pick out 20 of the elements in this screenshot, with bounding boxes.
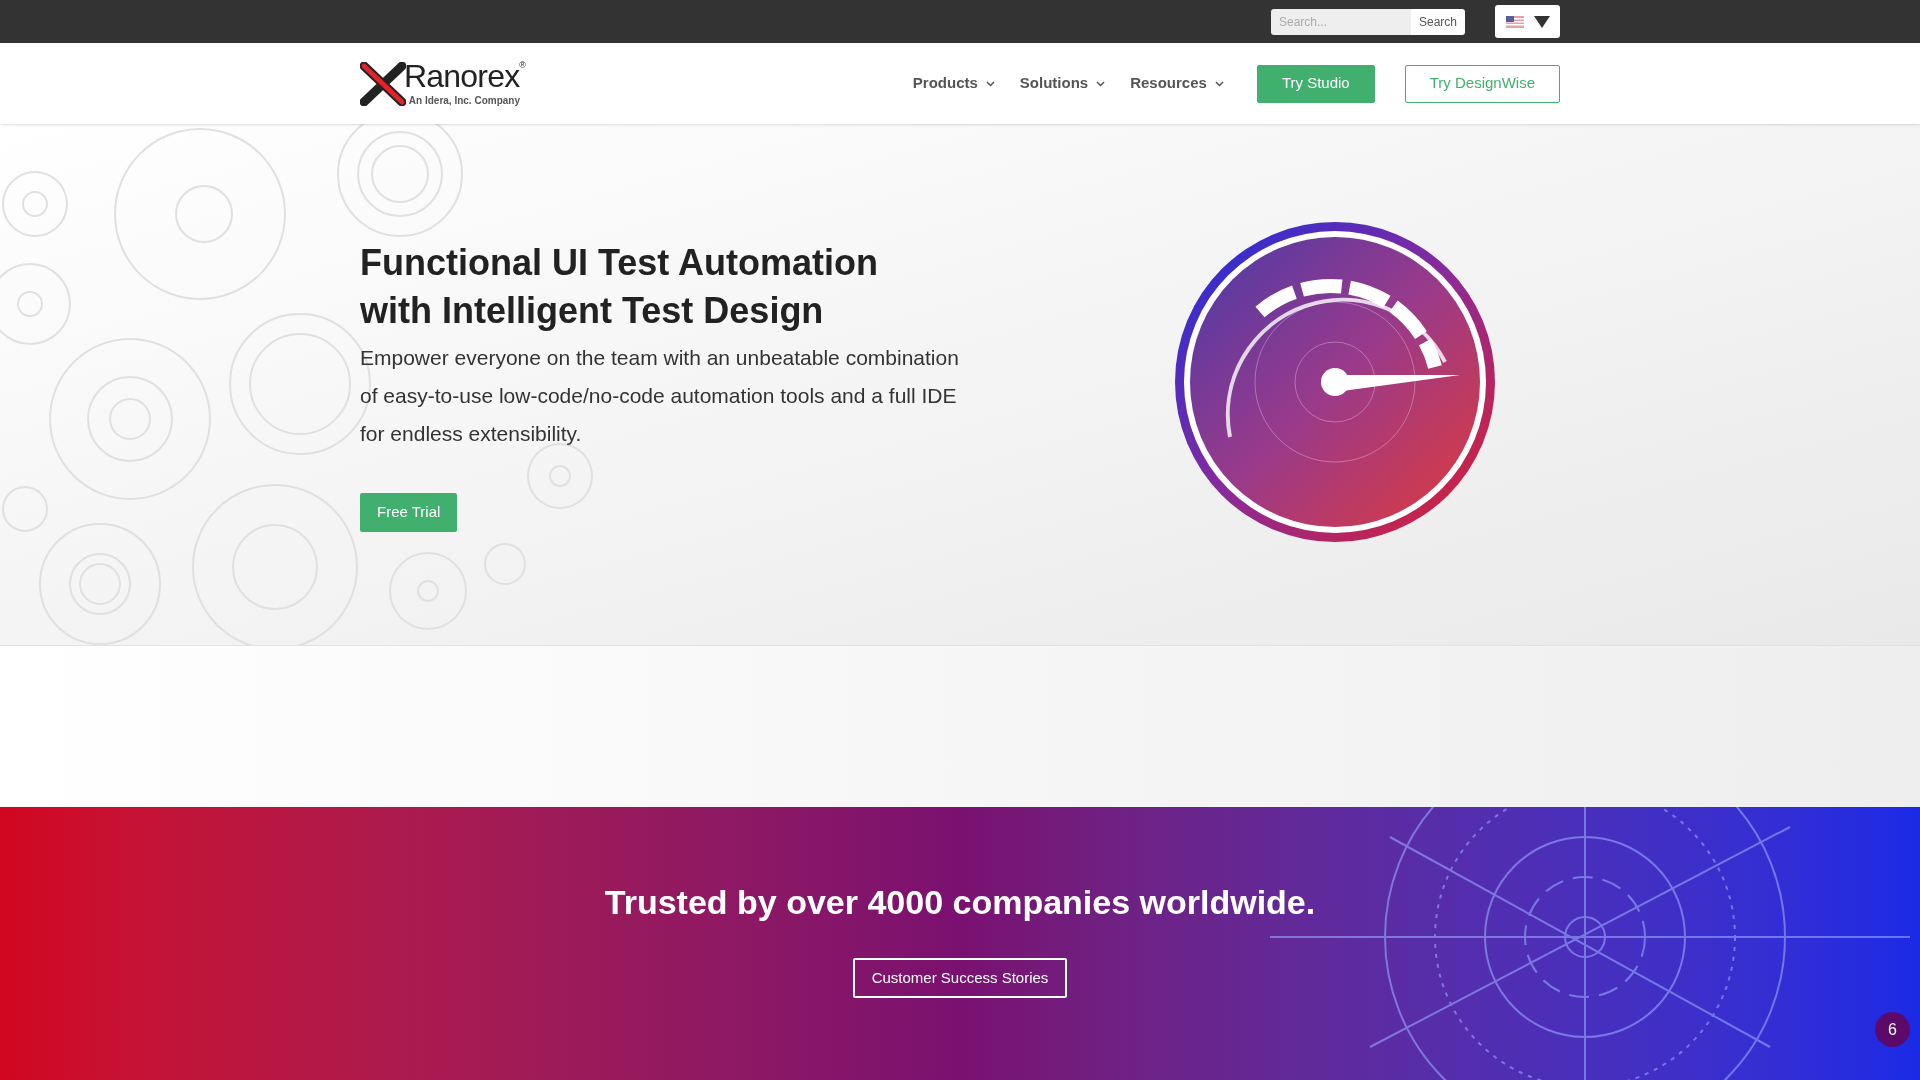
hero-description: Empower everyone on the team with an unbeatable combination of easy-to-use low-code/no-code automation tools and a full IDE for endless extensibility. bbox=[360, 345, 960, 447]
search-button[interactable]: Search bbox=[1410, 8, 1465, 35]
trust-heading: Trusted by over 4000 companies worldwide. bbox=[604, 882, 1316, 923]
logo-icon bbox=[360, 61, 406, 106]
chevron-down-icon bbox=[1214, 80, 1224, 87]
customer-stories-button[interactable]: Customer Success Stories bbox=[852, 958, 1068, 998]
caret-icon bbox=[1533, 15, 1550, 28]
search-field[interactable]: Search... bbox=[1270, 8, 1411, 35]
nav-menu[interactable]: Resources bbox=[1130, 72, 1224, 95]
logo-wordmark: Ranorex bbox=[404, 59, 520, 93]
chevron-down-icon bbox=[985, 80, 995, 87]
registered-mark: ® bbox=[519, 59, 526, 70]
logo-tagline: An Idera, Inc. Company bbox=[408, 94, 520, 108]
hero-heading: Functional UI Test Automation with Intelligent Test Design bbox=[360, 241, 879, 333]
flag-icon bbox=[1505, 15, 1524, 28]
nav-menu[interactable]: Solutions bbox=[1019, 72, 1106, 95]
chevron-down-icon bbox=[1096, 80, 1106, 87]
nav-menu[interactable]: Products bbox=[912, 72, 995, 95]
notification-badge[interactable]: 6 bbox=[1875, 1012, 1910, 1047]
language-dropdown[interactable] bbox=[1495, 5, 1560, 38]
